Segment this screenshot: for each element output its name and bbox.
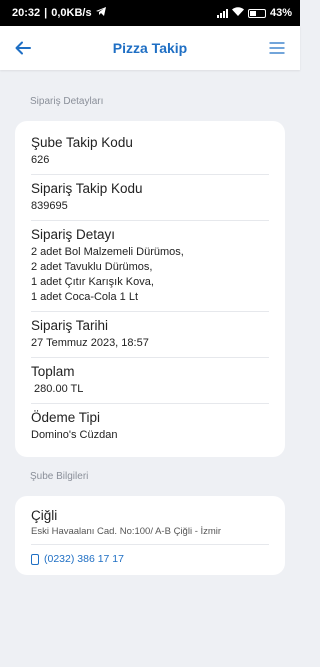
order-section-label: Sipariş Detayları	[30, 96, 104, 107]
total-value: 280.00 TL	[31, 383, 84, 395]
status-bar: 20:32 | 0,0KB/s 43%	[0, 0, 300, 26]
order-tracking-code-row: Sipariş Takip Kodu 839695	[31, 175, 269, 221]
back-arrow-icon[interactable]	[12, 37, 34, 59]
network-speed: 0,0KB/s	[51, 7, 92, 19]
order-detail-label: Sipariş Detayı	[31, 227, 116, 242]
branch-info-card: Çiğli Eski Havaalanı Cad. No:100/ A-B Çi…	[15, 496, 285, 575]
total-label: Toplam	[31, 364, 75, 379]
wifi-icon	[231, 7, 244, 19]
order-item-line: 2 adet Tavuklu Dürümos,	[31, 261, 153, 273]
phone-icon	[31, 553, 39, 565]
branch-name: Çiğli	[31, 508, 58, 523]
payment-type-value: Domino's Cüzdan	[31, 429, 118, 441]
order-item-line: 1 adet Coca-Cola 1 Lt	[31, 291, 139, 303]
battery-icon	[247, 8, 266, 18]
branch-phone-link[interactable]: (0232) 386 17 17	[31, 545, 269, 565]
telegram-icon	[95, 7, 106, 19]
order-tracking-code-value: 839695	[31, 200, 68, 212]
branch-section-label: Şube Bilgileri	[30, 471, 89, 482]
hamburger-menu-icon[interactable]	[266, 37, 288, 59]
payment-type-label: Ödeme Tipi	[31, 410, 101, 425]
battery-percent: 43%	[269, 7, 292, 19]
branch-phone[interactable]: (0232) 386 17 17	[44, 553, 124, 565]
branch-tracking-code-value: 626	[31, 154, 50, 166]
signal-icon	[216, 8, 228, 18]
page-title: Pizza Takip	[112, 40, 188, 56]
status-time: 20:32	[12, 7, 41, 19]
branch-tracking-code-label: Şube Takip Kodu	[31, 135, 133, 150]
order-date-row: Sipariş Tarihi 27 Temmuz 2023, 18:57	[31, 312, 269, 358]
branch-address: Eski Havaalanı Cad. No:100/ A-B Çiğli - …	[31, 526, 269, 545]
total-row: Toplam 280.00 TL	[31, 358, 269, 404]
order-item-line: 1 adet Çıtır Karışık Kova,	[31, 276, 154, 288]
order-detail-row: Sipariş Detayı 2 adet Bol Malzemeli Dürü…	[31, 221, 269, 312]
branch-tracking-code-row: Şube Takip Kodu 626	[31, 129, 269, 175]
status-separator: |	[44, 7, 48, 19]
payment-type-row: Ödeme Tipi Domino's Cüzdan	[31, 404, 269, 449]
order-item-line: 2 adet Bol Malzemeli Dürümos,	[31, 246, 184, 258]
order-date-value: 27 Temmuz 2023, 18:57	[31, 337, 149, 349]
order-details-card: Şube Takip Kodu 626 Sipariş Takip Kodu 8…	[15, 121, 285, 457]
app-bar: Pizza Takip	[0, 26, 300, 70]
order-date-label: Sipariş Tarihi	[31, 318, 109, 333]
order-tracking-code-label: Sipariş Takip Kodu	[31, 181, 143, 196]
